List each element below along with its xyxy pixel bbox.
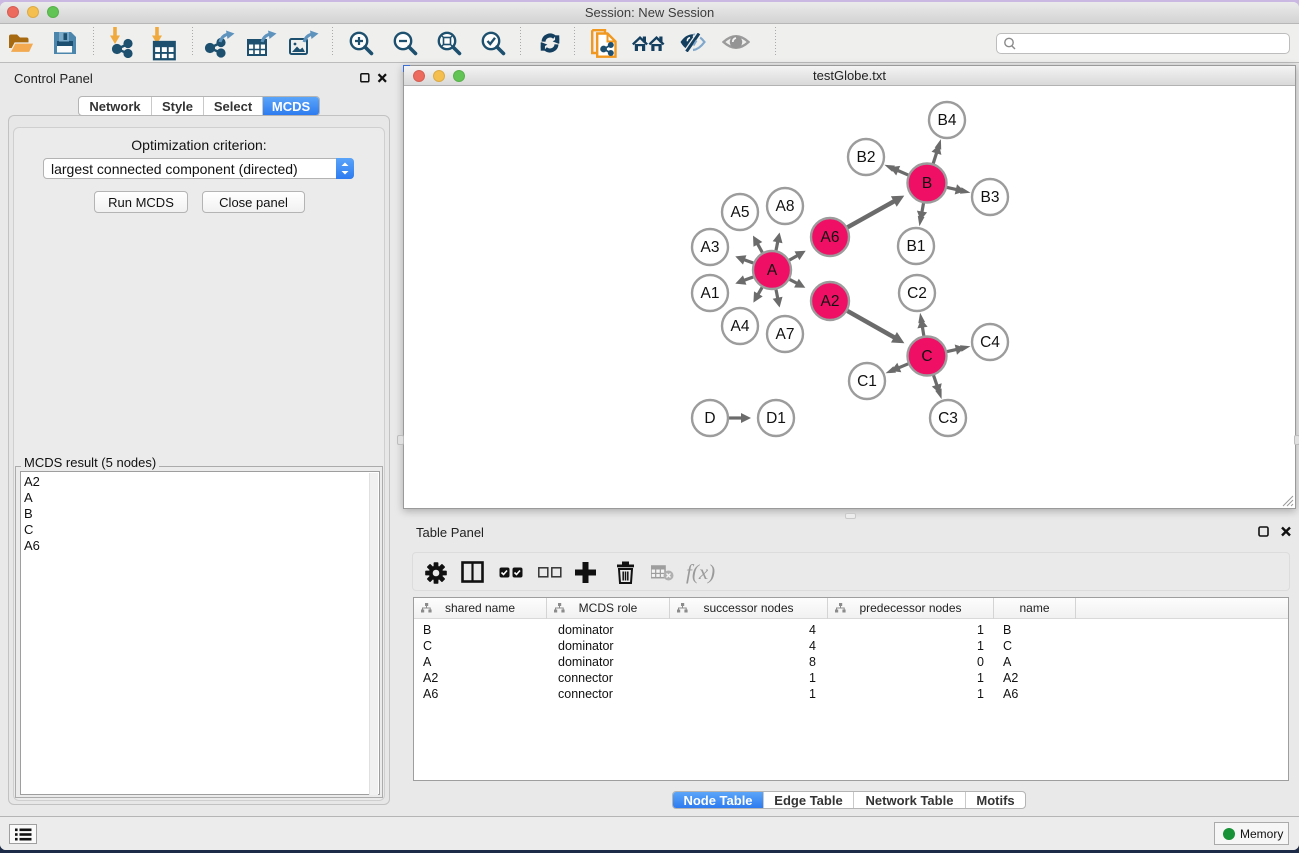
svg-text:C4: C4 (980, 334, 1000, 351)
svg-text:A5: A5 (731, 204, 750, 221)
svg-text:A2: A2 (821, 293, 840, 310)
svg-text:C2: C2 (907, 285, 927, 302)
svg-text:A: A (767, 262, 778, 279)
svg-text:A3: A3 (701, 239, 720, 256)
svg-text:B2: B2 (857, 149, 876, 166)
svg-text:B3: B3 (981, 189, 1000, 206)
svg-text:A1: A1 (701, 285, 720, 302)
svg-text:B: B (922, 175, 932, 192)
svg-text:A8: A8 (776, 198, 795, 215)
svg-text:D1: D1 (766, 410, 786, 427)
svg-text:B4: B4 (938, 112, 957, 129)
svg-text:D: D (704, 410, 715, 427)
svg-text:B1: B1 (907, 238, 926, 255)
svg-text:C: C (921, 348, 932, 365)
svg-text:C1: C1 (857, 373, 877, 390)
svg-text:A6: A6 (821, 229, 840, 246)
svg-text:A4: A4 (731, 318, 750, 335)
svg-text:C3: C3 (938, 410, 958, 427)
svg-text:A7: A7 (776, 326, 795, 343)
